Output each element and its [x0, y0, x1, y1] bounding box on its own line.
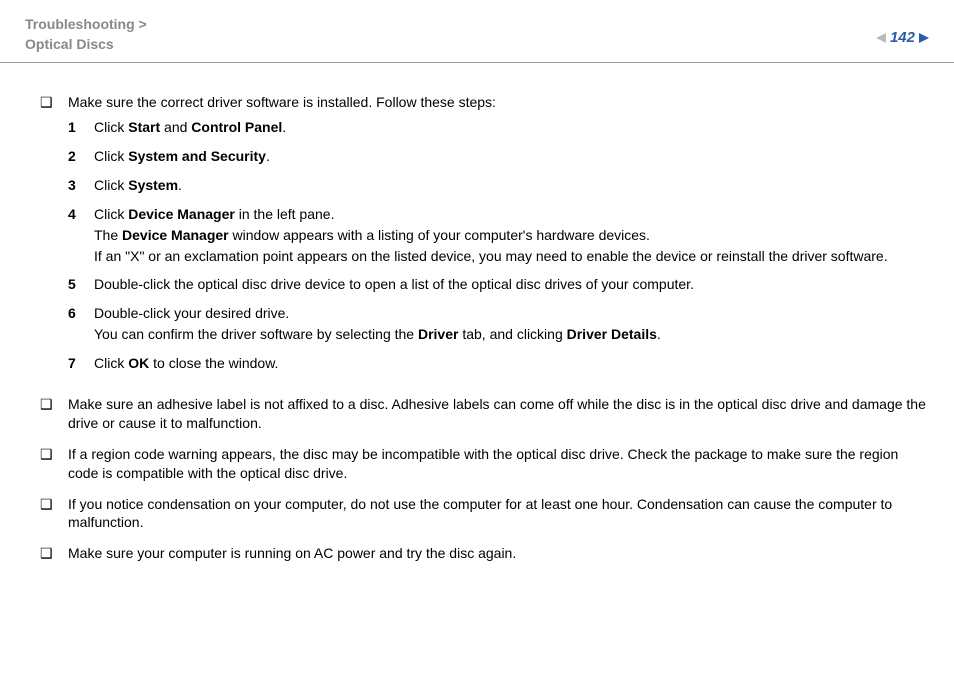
- bullet-marker-icon: ❑: [40, 395, 68, 414]
- bullet-marker-icon: ❑: [40, 445, 68, 464]
- sub-line: You can confirm the driver software by s…: [94, 325, 929, 344]
- bold-text: Device Manager: [128, 206, 235, 222]
- step-number: 5: [68, 275, 94, 294]
- bullet-body: Make sure your computer is running on AC…: [68, 544, 929, 563]
- step-body: Click Start and Control Panel.: [94, 118, 929, 137]
- bullet-body: If you notice condensation on your compu…: [68, 495, 929, 533]
- bold-text: System: [128, 177, 178, 193]
- step-body: Double-click the optical disc drive devi…: [94, 275, 929, 294]
- step-7: 7 Click OK to close the window.: [68, 354, 929, 373]
- step-5: 5 Double-click the optical disc drive de…: [68, 275, 929, 294]
- text: Click: [94, 119, 128, 135]
- sub-line: The Device Manager window appears with a…: [94, 226, 929, 245]
- bullet-item: ❑ Make sure the correct driver software …: [40, 93, 929, 383]
- step-number: 2: [68, 147, 94, 166]
- text: .: [282, 119, 286, 135]
- bold-text: Driver Details: [567, 326, 657, 342]
- page-content: ❑ Make sure the correct driver software …: [0, 63, 954, 585]
- step-4: 4 Click Device Manager in the left pane.…: [68, 205, 929, 266]
- text: .: [266, 148, 270, 164]
- step-body: Click Device Manager in the left pane. T…: [94, 205, 929, 266]
- step-3: 3 Click System.: [68, 176, 929, 195]
- text: window appears with a listing of your co…: [229, 227, 650, 243]
- text: tab, and clicking: [458, 326, 566, 342]
- page-nav: 142: [876, 29, 929, 46]
- bold-text: Start: [128, 119, 160, 135]
- step-number: 3: [68, 176, 94, 195]
- step-body: Click OK to close the window.: [94, 354, 929, 373]
- breadcrumb-line2: Optical Discs: [25, 36, 114, 52]
- page-number: 142: [890, 29, 915, 46]
- bullet-item: ❑ Make sure an adhesive label is not aff…: [40, 395, 929, 433]
- step-number: 6: [68, 304, 94, 323]
- text: in the left pane.: [235, 206, 335, 222]
- step-number: 1: [68, 118, 94, 137]
- text: .: [657, 326, 661, 342]
- page-header: Troubleshooting > Optical Discs 142: [0, 0, 954, 63]
- step-2: 2 Click System and Security.: [68, 147, 929, 166]
- step-body: Click System and Security.: [94, 147, 929, 166]
- bold-text: Control Panel: [191, 119, 282, 135]
- text: and: [160, 119, 191, 135]
- text: Click: [94, 206, 128, 222]
- text: to close the window.: [149, 355, 278, 371]
- text: The: [94, 227, 122, 243]
- prev-page-icon[interactable]: [876, 33, 886, 43]
- bullet-marker-icon: ❑: [40, 495, 68, 514]
- breadcrumb-line1: Troubleshooting >: [25, 16, 147, 32]
- text: .: [178, 177, 182, 193]
- bullet-body: Make sure the correct driver software is…: [68, 93, 929, 383]
- step-body: Double-click your desired drive. You can…: [94, 304, 929, 344]
- step-1: 1 Click Start and Control Panel.: [68, 118, 929, 137]
- bullet-body: If a region code warning appears, the di…: [68, 445, 929, 483]
- text: Click: [94, 355, 128, 371]
- step-6: 6 Double-click your desired drive. You c…: [68, 304, 929, 344]
- bold-text: Driver: [418, 326, 458, 342]
- bullet-marker-icon: ❑: [40, 93, 68, 112]
- bullet-item: ❑ If you notice condensation on your com…: [40, 495, 929, 533]
- bold-text: OK: [128, 355, 149, 371]
- bullet-body: Make sure an adhesive label is not affix…: [68, 395, 929, 433]
- bullet-item: ❑ Make sure your computer is running on …: [40, 544, 929, 563]
- text: Click: [94, 177, 128, 193]
- bullet-marker-icon: ❑: [40, 544, 68, 563]
- step-number: 4: [68, 205, 94, 224]
- breadcrumb: Troubleshooting > Optical Discs: [25, 15, 147, 54]
- text: Double-click your desired drive.: [94, 305, 289, 321]
- bullet-intro: Make sure the correct driver software is…: [68, 94, 496, 110]
- step-body: Click System.: [94, 176, 929, 195]
- numbered-list: 1 Click Start and Control Panel. 2 Click…: [68, 118, 929, 373]
- bullet-item: ❑ If a region code warning appears, the …: [40, 445, 929, 483]
- text: Click: [94, 148, 128, 164]
- next-page-icon[interactable]: [919, 33, 929, 43]
- text: You can confirm the driver software by s…: [94, 326, 418, 342]
- bold-text: Device Manager: [122, 227, 229, 243]
- bold-text: System and Security: [128, 148, 266, 164]
- sub-line: If an "X" or an exclamation point appear…: [94, 247, 929, 266]
- step-number: 7: [68, 354, 94, 373]
